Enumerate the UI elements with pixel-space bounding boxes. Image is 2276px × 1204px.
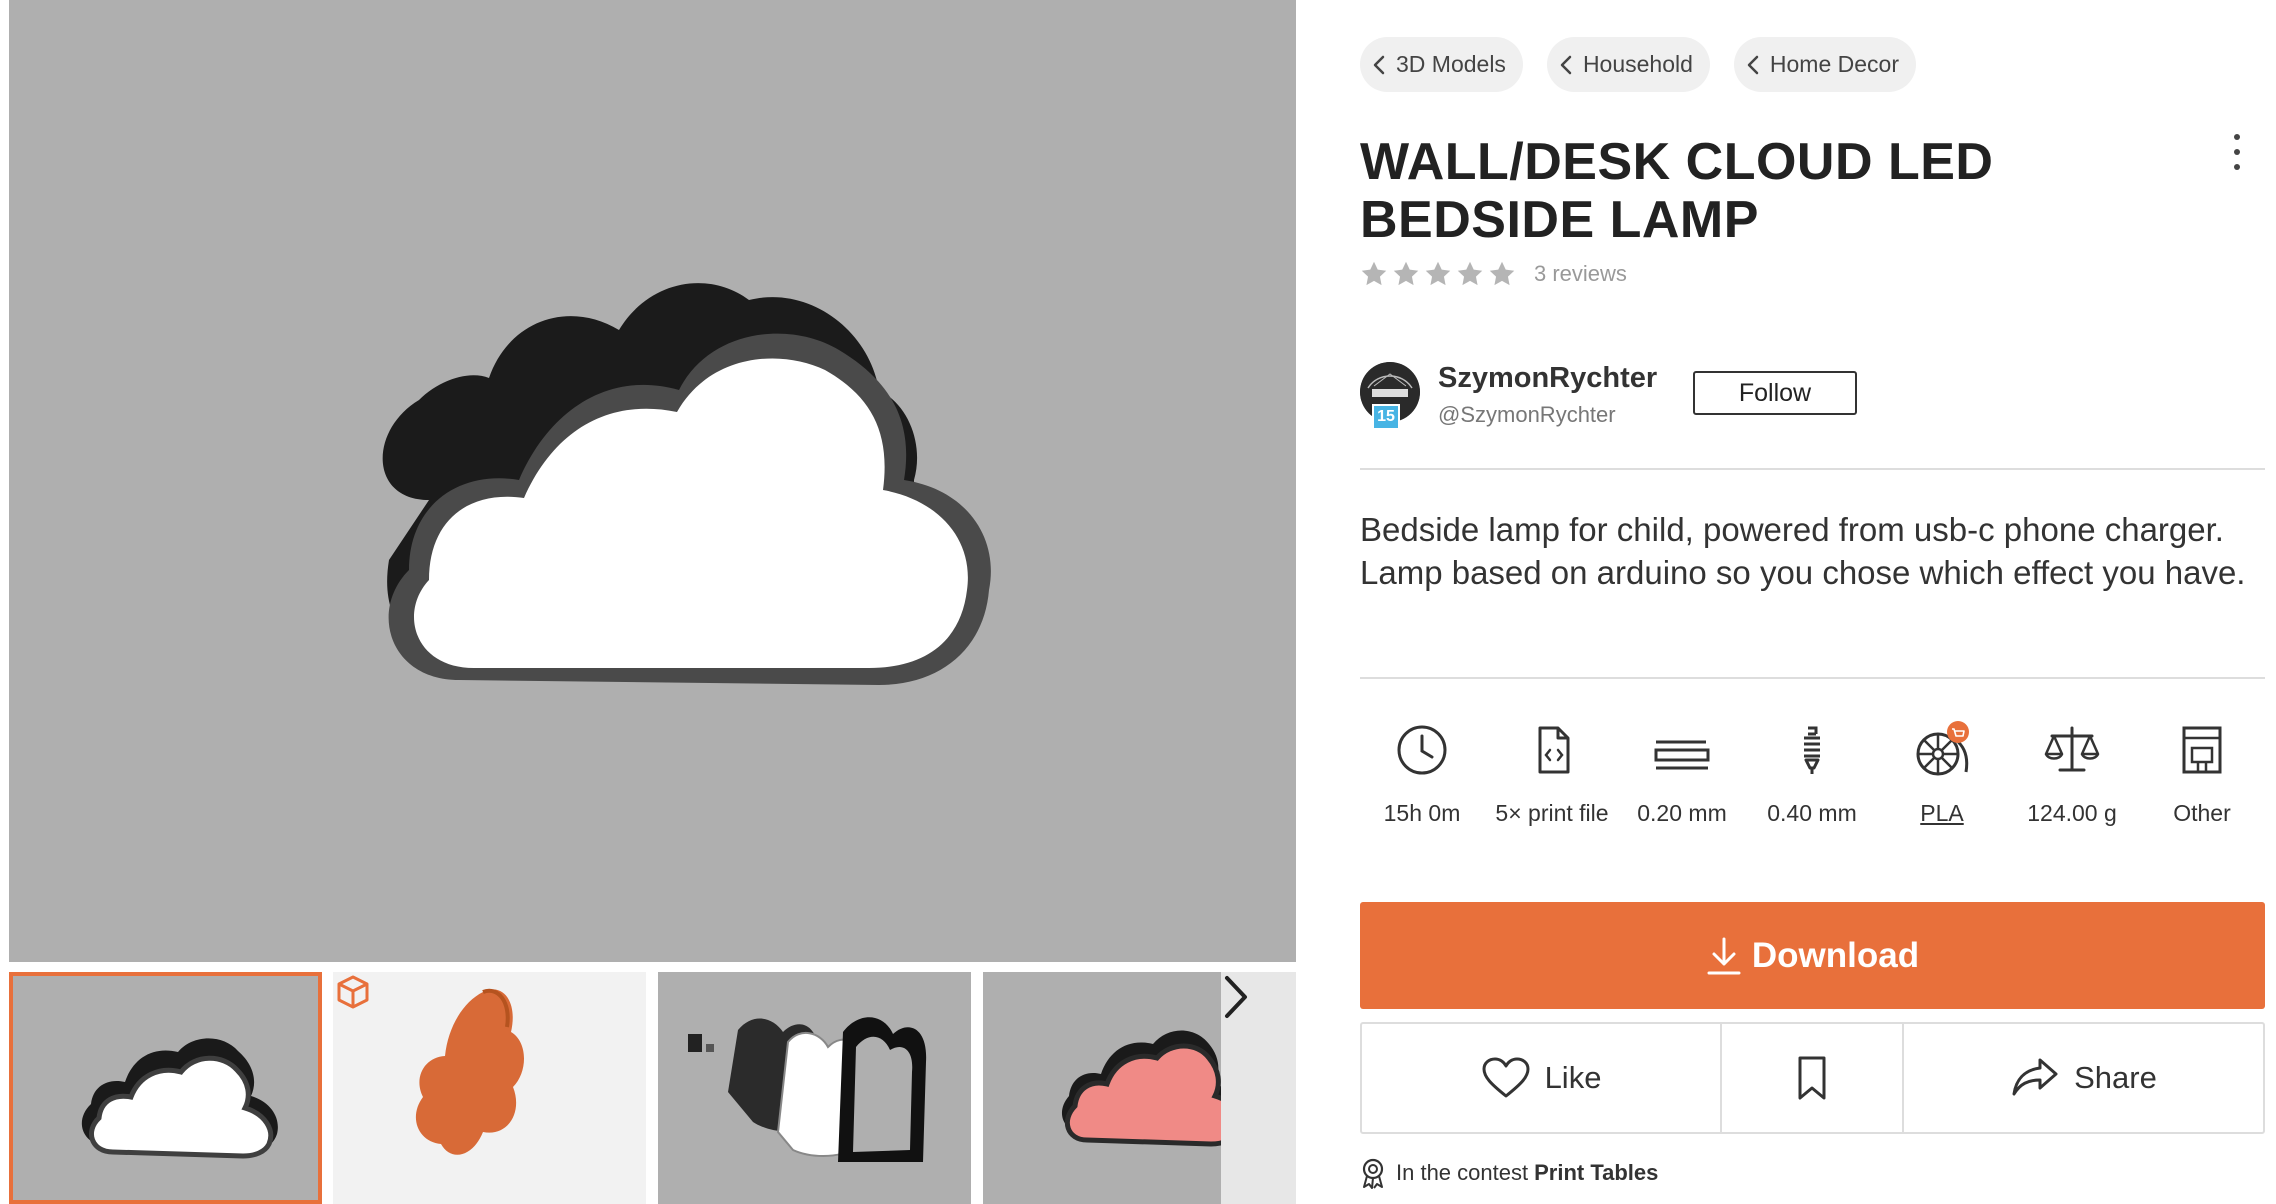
- spec-layer-height: 0.20 mm: [1622, 720, 1742, 828]
- chevron-left-icon: [1747, 55, 1759, 74]
- like-button[interactable]: Like: [1362, 1024, 1722, 1132]
- spec-printer: Other: [2142, 720, 2262, 828]
- spec-label: 15h 0m: [1383, 800, 1461, 826]
- filament-icon: [1916, 721, 1969, 776]
- reviews-count[interactable]: 3 reviews: [1534, 261, 1627, 287]
- share-button[interactable]: Share: [1904, 1024, 2263, 1132]
- breadcrumb-label: Home Decor: [1769, 51, 1900, 77]
- divider: [1360, 677, 2265, 679]
- star-icon: [1425, 261, 1451, 286]
- contest-link[interactable]: Print Tables: [1534, 1160, 1658, 1186]
- spec-print-time: 15h 0m: [1362, 720, 1482, 828]
- breadcrumb-item-household[interactable]: Household: [1546, 37, 1710, 92]
- star-icon: [1393, 261, 1419, 286]
- cloud-lamp-render: [382, 283, 991, 685]
- model-description: Bedside lamp for child, powered from usb…: [1360, 511, 2246, 591]
- next-image-button[interactable]: [1221, 972, 1296, 1204]
- thumbnail-4[interactable]: [983, 972, 1296, 1204]
- chevron-right-icon: [1225, 976, 1247, 1018]
- layer-height-icon: [1654, 740, 1710, 770]
- star-icon: [1489, 261, 1515, 286]
- breadcrumb-item-3d-models[interactable]: 3D Models: [1360, 37, 1523, 92]
- follow-button[interactable]: Follow: [1693, 371, 1857, 415]
- spec-label: 124.00 g: [2027, 800, 2117, 826]
- download-label: Download: [1751, 935, 1920, 975]
- thumbnail-cloud-white: [81, 1038, 278, 1159]
- more-options-icon[interactable]: [2227, 134, 2247, 178]
- contest-prefix: In the contest: [1396, 1160, 1529, 1185]
- model-title: WALL/DESK CLOUD LED BEDSIDE LAMP: [1360, 133, 1994, 249]
- star-icon: [1457, 261, 1483, 286]
- spec-label: Other: [2173, 800, 2231, 826]
- download-icon: [1707, 937, 1741, 974]
- spec-weight: 124.00 g: [2012, 720, 2132, 828]
- spec-nozzle: 0.40 mm: [1752, 720, 1872, 828]
- breadcrumb-item-home-decor[interactable]: Home Decor: [1733, 37, 1917, 92]
- chevron-left-icon: [1373, 55, 1385, 74]
- material-link[interactable]: PLA: [1882, 798, 2002, 828]
- weight-scale-icon: [2044, 726, 2100, 772]
- print-specs: 15h 0m 5× print file 0.20 mm 0.40 mm PLA…: [1360, 720, 2265, 860]
- award-icon: [1362, 1158, 1384, 1189]
- bookmark-button[interactable]: [1722, 1024, 1904, 1132]
- bookmark-icon: [1798, 1056, 1826, 1100]
- author-block: 15 SzymonRychter @SzymonRychter Follow: [1360, 362, 2265, 434]
- spec-material[interactable]: PLA: [1882, 720, 2002, 828]
- heart-icon: [1482, 1057, 1530, 1098]
- clock-icon: [1397, 725, 1447, 775]
- like-label: Like: [1544, 1060, 1602, 1095]
- breadcrumb-label: Household: [1582, 51, 1693, 77]
- thumbnail-1[interactable]: [9, 972, 322, 1204]
- print-file-icon: [1538, 726, 1570, 774]
- contest-info: In the contest Print Tables: [1360, 1157, 1658, 1189]
- spec-label: 0.40 mm: [1767, 800, 1857, 826]
- author-name[interactable]: SzymonRychter: [1438, 362, 1657, 395]
- author-handle: @SzymonRychter: [1438, 402, 1616, 427]
- thumbnail-3[interactable]: [658, 972, 971, 1204]
- share-label: Share: [2074, 1060, 2157, 1095]
- rating-summary[interactable]: 3 reviews: [1360, 260, 1627, 288]
- level-badge: 15: [1372, 404, 1400, 430]
- action-bar: Like Share: [1360, 1022, 2265, 1134]
- nozzle-icon: [1804, 726, 1820, 774]
- breadcrumb-label: 3D Models: [1396, 51, 1506, 77]
- main-model-image[interactable]: [9, 0, 1296, 962]
- printer-icon: [2182, 726, 2222, 774]
- thumbnail-exploded-parts: [688, 1017, 927, 1162]
- share-icon: [2012, 1058, 2058, 1096]
- thumbnail-2[interactable]: [333, 972, 646, 1204]
- spec-label: 5× print file: [1495, 800, 1609, 826]
- 3d-view-icon[interactable]: [333, 972, 373, 1012]
- star-rating: [1360, 260, 1516, 288]
- star-icon: [1361, 261, 1387, 286]
- thumbnail-strip: [9, 972, 1296, 1204]
- model-info-panel: 3D Models Household Home Decor WALL/DESK…: [1360, 0, 2265, 1204]
- divider: [1360, 468, 2265, 470]
- breadcrumb: 3D Models Household Home Decor: [1360, 37, 1917, 92]
- spec-label: 0.20 mm: [1637, 800, 1727, 826]
- chevron-left-icon: [1560, 55, 1572, 74]
- thumbnail-cloud-orange: [415, 988, 525, 1155]
- spec-print-files: 5× print file: [1492, 720, 1612, 828]
- download-button[interactable]: Download: [1360, 902, 2265, 1009]
